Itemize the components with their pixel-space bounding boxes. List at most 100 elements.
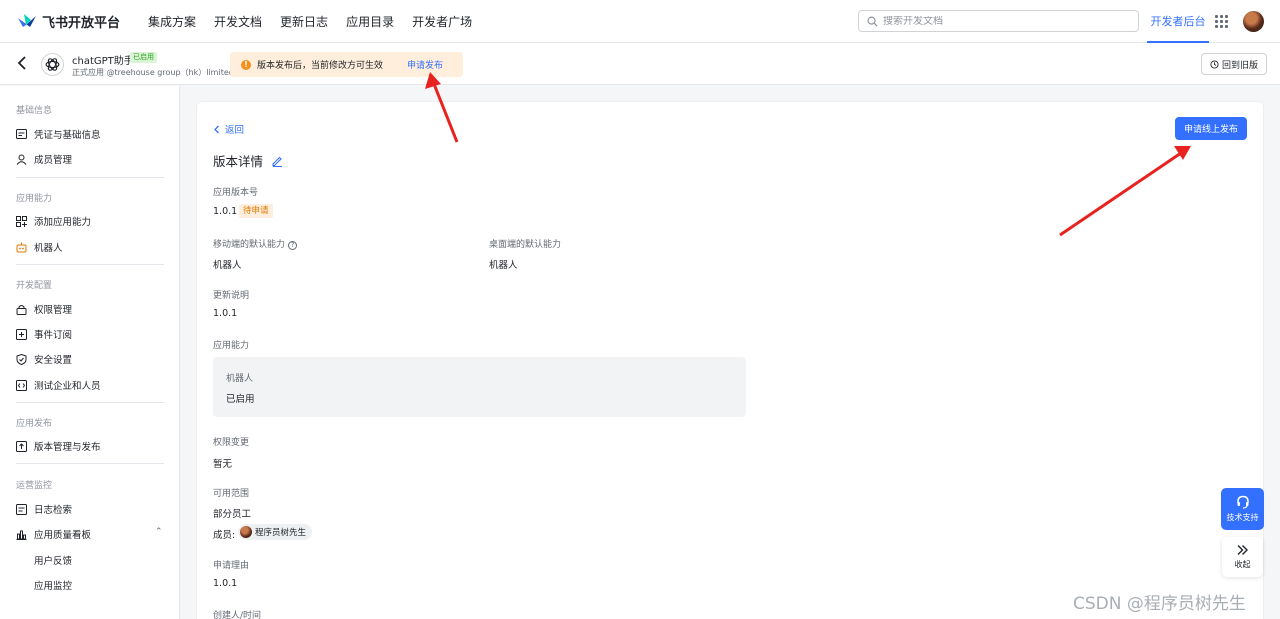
shield-icon (16, 353, 27, 365)
mobile-capability-label: 移动端的默认能力? (213, 237, 298, 250)
changelog-value: 1.0.1 (213, 308, 238, 319)
sidebar-item-members[interactable]: 成员管理 (16, 152, 72, 166)
sidebar-item-security[interactable]: 安全设置 (16, 352, 72, 366)
nav-link-changelog[interactable]: 更新日志 (280, 13, 328, 30)
sidebar-divider (16, 463, 164, 464)
sidebar-group-dev-config: 开发配置 (16, 281, 53, 291)
reason-value: 1.0.1 (213, 578, 238, 589)
collapse-label: 收起 (1234, 560, 1251, 569)
sidebar-item-version-management[interactable]: 版本管理与发布 (16, 439, 101, 453)
search-input[interactable] (883, 15, 1123, 27)
permission-value: 暂无 (213, 459, 233, 470)
search-box[interactable] (858, 10, 1139, 32)
edit-icon[interactable] (271, 155, 283, 167)
sidebar-item-label: 机器人 (34, 243, 63, 254)
top-nav: 飞书开放平台 集成方案 开发文档 更新日志 应用目录 开发者广场 开发者后台 (0, 0, 1280, 43)
sidebar-item-permissions[interactable]: 权限管理 (16, 302, 72, 316)
nav-links: 集成方案 开发文档 更新日志 应用目录 开发者广场 (148, 13, 490, 30)
mobile-capability-value: 机器人 (213, 260, 242, 271)
scope-label: 可用范围 (213, 489, 250, 499)
capability-box (213, 357, 746, 417)
apply-online-publish-button[interactable]: 申请线上发布 (1175, 117, 1247, 140)
lock-icon (16, 304, 27, 315)
version-label: 应用版本号 (213, 188, 259, 198)
sidebar-subitem-monitoring[interactable]: 应用监控 (34, 578, 72, 592)
feishu-logo-icon (18, 14, 36, 27)
sidebar-item-add-capability[interactable]: 添加应用能力 (16, 214, 91, 228)
warning-icon: ! (241, 59, 251, 70)
mobile-capability-label-text: 移动端的默认能力 (213, 240, 286, 250)
logo-text: 飞书开放平台 (42, 15, 121, 31)
desktop-capability-value: 机器人 (489, 260, 518, 271)
logo[interactable]: 飞书开放平台 (17, 12, 120, 31)
sidebar-item-events[interactable]: 事件订阅 (16, 327, 72, 341)
nav-link-app-directory[interactable]: 应用目录 (346, 13, 394, 30)
apps-grid-icon[interactable] (1215, 15, 1228, 28)
robot-icon (16, 242, 27, 252)
bar-chart-icon (16, 530, 27, 540)
headset-icon (1236, 495, 1249, 509)
back-link-label: 返回 (225, 125, 245, 136)
capability-status: 已启用 (226, 394, 255, 405)
page-title-text: 版本详情 (213, 154, 264, 169)
member-chip[interactable]: 程序员树先生 (238, 524, 313, 540)
page-title: 版本详情 (213, 151, 283, 170)
help-icon[interactable]: ? (288, 241, 298, 250)
app-status-badge: 已启用 (130, 52, 157, 63)
status-badge: 待申请 (239, 204, 273, 218)
user-avatar[interactable] (1243, 11, 1264, 32)
dev-console-tab[interactable]: 开发者后台 (1147, 0, 1209, 43)
member-avatar (240, 526, 252, 538)
watermark: CSDN @程序员树先生 (1073, 594, 1246, 614)
user-icon (16, 154, 27, 165)
sidebar-group-capabilities: 应用能力 (16, 194, 53, 204)
sidebar-group-basic: 基础信息 (16, 106, 53, 116)
sidebar-item-label: 权限管理 (34, 305, 73, 316)
nav-link-docs[interactable]: 开发文档 (214, 13, 262, 30)
old-version-button[interactable]: 回到旧版 (1201, 53, 1267, 75)
code-box-icon (16, 379, 27, 391)
sidebar-item-label: 应用质量看板 (34, 530, 92, 541)
sidebar-divider (16, 402, 164, 403)
sidebar-item-quality-board[interactable]: 应用质量看板 (16, 527, 91, 541)
sidebar-item-label: 测试企业和人员 (34, 381, 101, 392)
back-link[interactable]: 返回 (213, 122, 244, 136)
sidebar-item-label: 事件订阅 (34, 330, 73, 341)
tech-support-button[interactable]: 技术支持 (1221, 488, 1264, 530)
sidebar-divider (16, 177, 164, 178)
history-icon (1210, 59, 1219, 69)
sidebar-subitem-feedback[interactable]: 用户反馈 (34, 553, 72, 567)
sidebar-item-test-tenants[interactable]: 测试企业和人员 (16, 378, 101, 392)
add-blocks-icon (16, 215, 27, 227)
collapse-button[interactable]: 收起 (1222, 537, 1263, 577)
back-chevron-icon[interactable] (15, 55, 29, 71)
openai-logo-icon (45, 58, 60, 71)
scope-value: 部分员工 (213, 509, 252, 520)
capability-label: 应用能力 (213, 341, 250, 351)
sidebar-group-release: 应用发布 (16, 419, 53, 429)
log-icon (16, 503, 27, 515)
sidebar-item-credentials[interactable]: 凭证与基础信息 (16, 127, 101, 141)
sidebar-item-label: 添加应用能力 (34, 217, 92, 228)
creator-label: 创建人/时间 (213, 611, 262, 619)
chevron-up-icon[interactable]: ⌃ (155, 527, 163, 537)
member-label: 成员: (213, 530, 236, 541)
sidebar-item-log-search[interactable]: 日志检索 (16, 502, 72, 516)
app-header: chatGPT助手 已启用 正式应用 @treehouse group（hk）l… (0, 43, 1280, 85)
notice-text: 版本发布后，当前修改方可生效 (257, 61, 384, 71)
member-name: 程序员树先生 (255, 528, 307, 538)
sidebar-item-label: 凭证与基础信息 (34, 130, 101, 141)
version-value: 1.0.1 (213, 206, 238, 217)
tech-support-label: 技术支持 (1226, 513, 1259, 522)
sidebar-item-label: 版本管理与发布 (34, 442, 101, 453)
publish-notice: ! 版本发布后，当前修改方可生效 申请发布 (230, 52, 463, 77)
sidebar-item-label: 日志检索 (34, 505, 73, 516)
nav-link-developer-square[interactable]: 开发者广场 (412, 13, 472, 30)
reason-label: 申请理由 (213, 561, 250, 571)
search-icon (867, 16, 878, 27)
changelog-label: 更新说明 (213, 291, 250, 301)
double-chevron-right-icon (1237, 545, 1248, 555)
sidebar-item-bot[interactable]: 机器人 (16, 240, 63, 254)
nav-link-solutions[interactable]: 集成方案 (148, 13, 196, 30)
apply-publish-link[interactable]: 申请发布 (407, 58, 443, 71)
